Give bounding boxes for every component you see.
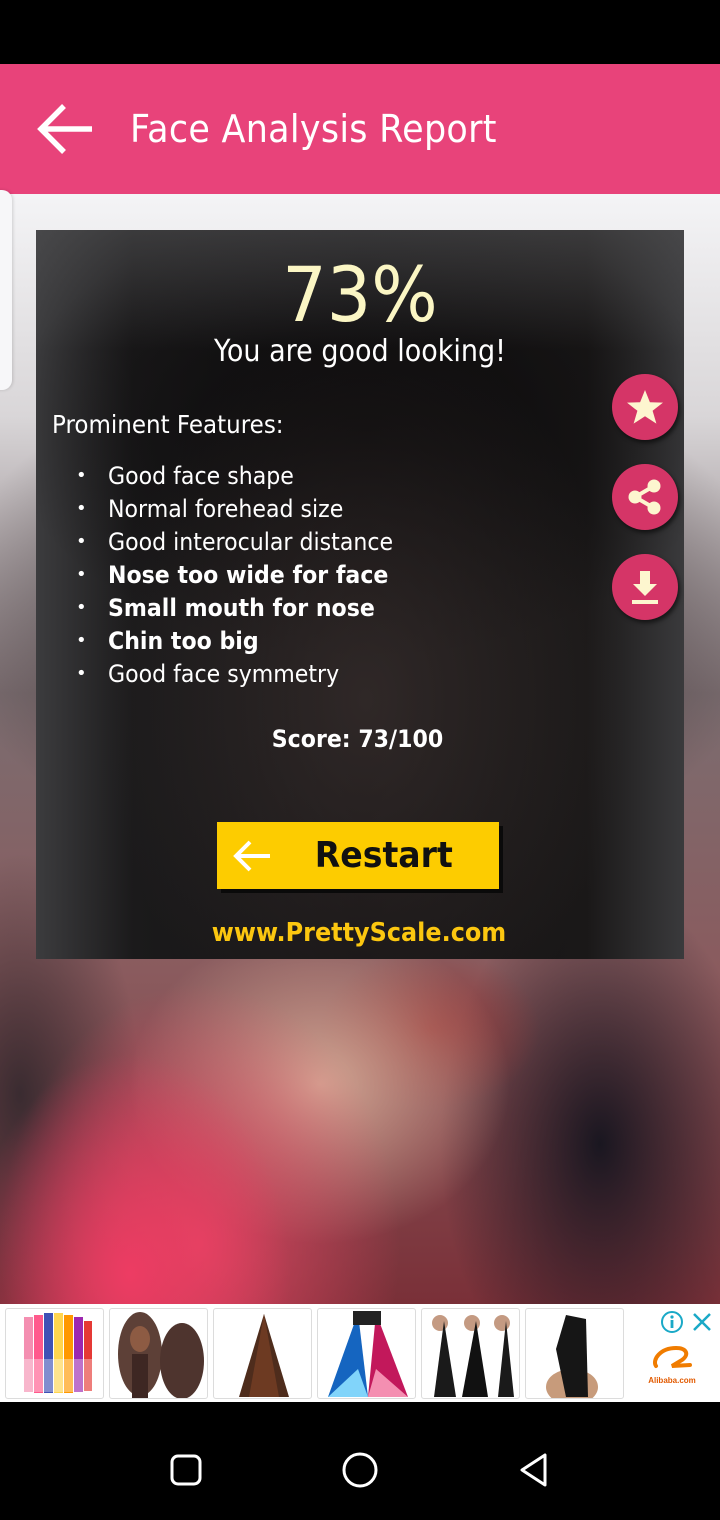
alibaba-logo[interactable]: Alibaba.com bbox=[644, 1344, 700, 1385]
bullet: • bbox=[76, 597, 87, 618]
star-icon bbox=[627, 390, 663, 424]
rate-button[interactable] bbox=[612, 374, 678, 440]
straight-ponytail-model-image[interactable] bbox=[525, 1308, 624, 1399]
restart-label: Restart bbox=[314, 835, 453, 876]
braiding-hair-rainbow-image[interactable] bbox=[5, 1308, 104, 1399]
info-icon[interactable] bbox=[660, 1310, 684, 1334]
back-icon bbox=[520, 1453, 547, 1487]
feature-item-flaw: • Small mouth for nose bbox=[76, 591, 418, 624]
page-title: Face Analysis Report bbox=[130, 107, 497, 151]
score-percent: 73% bbox=[282, 250, 438, 339]
arrow-left-icon bbox=[217, 839, 287, 873]
home-button[interactable] bbox=[340, 1450, 380, 1490]
close-icon[interactable] bbox=[690, 1310, 714, 1334]
download-button[interactable] bbox=[612, 554, 678, 620]
drawer-handle[interactable] bbox=[0, 190, 12, 390]
ombre-blue-pink-braids-image[interactable] bbox=[317, 1308, 416, 1399]
system-nav-bar bbox=[0, 1402, 720, 1520]
score-text: Score: 73/100 bbox=[271, 725, 444, 753]
report-card: 73% You are good looking! Prominent Feat… bbox=[36, 230, 684, 959]
crochet-curly-hair-model-image[interactable] bbox=[109, 1308, 208, 1399]
download-icon bbox=[632, 571, 658, 604]
brown-wavy-braids-image[interactable] bbox=[213, 1308, 312, 1399]
ponytail-extensions-image[interactable] bbox=[421, 1308, 520, 1399]
features-heading: Prominent Features: bbox=[52, 410, 284, 439]
feature-text: Small mouth for nose bbox=[108, 593, 375, 622]
bullet: • bbox=[76, 564, 87, 585]
arrow-left-icon bbox=[37, 104, 92, 154]
restart-button[interactable]: Restart bbox=[217, 822, 499, 889]
bullet: • bbox=[76, 630, 87, 651]
back-button[interactable] bbox=[0, 64, 130, 194]
feature-item: • Good interocular distance bbox=[76, 525, 418, 558]
recents-button[interactable] bbox=[166, 1450, 206, 1490]
ad-banner[interactable]: Alibaba.com bbox=[0, 1304, 720, 1402]
status-bar bbox=[0, 0, 720, 64]
bullet: • bbox=[76, 498, 87, 519]
feature-text: Good face shape bbox=[108, 461, 294, 490]
share-button[interactable] bbox=[612, 464, 678, 530]
ad-brand-text: Alibaba.com bbox=[648, 1376, 696, 1385]
recents-icon bbox=[170, 1454, 202, 1486]
feature-item-flaw: • Nose too wide for face bbox=[76, 558, 418, 591]
home-icon bbox=[342, 1452, 378, 1488]
bullet: • bbox=[76, 663, 87, 684]
feature-text: Nose too wide for face bbox=[108, 560, 389, 589]
bullet: • bbox=[76, 531, 87, 552]
feature-item-flaw: • Chin too big bbox=[76, 624, 418, 657]
verdict-text: You are good looking! bbox=[213, 334, 507, 369]
feature-text: Good interocular distance bbox=[108, 527, 394, 556]
app-bar: Face Analysis Report bbox=[0, 64, 720, 194]
feature-item: • Good face symmetry bbox=[76, 657, 418, 690]
website-link[interactable]: www.PrettyScale.com bbox=[62, 918, 656, 948]
features-list: • Good face shape • Normal forehead size •… bbox=[76, 459, 418, 690]
feature-item: • Good face shape bbox=[76, 459, 418, 492]
feature-item: • Normal forehead size bbox=[76, 492, 418, 525]
back-nav-button[interactable] bbox=[514, 1450, 554, 1490]
feature-text: Good face symmetry bbox=[108, 659, 340, 688]
feature-text: Normal forehead size bbox=[108, 494, 344, 523]
bullet: • bbox=[76, 465, 87, 486]
alibaba-logo-icon bbox=[653, 1345, 692, 1368]
share-icon bbox=[628, 479, 661, 515]
feature-text: Chin too big bbox=[108, 626, 259, 655]
